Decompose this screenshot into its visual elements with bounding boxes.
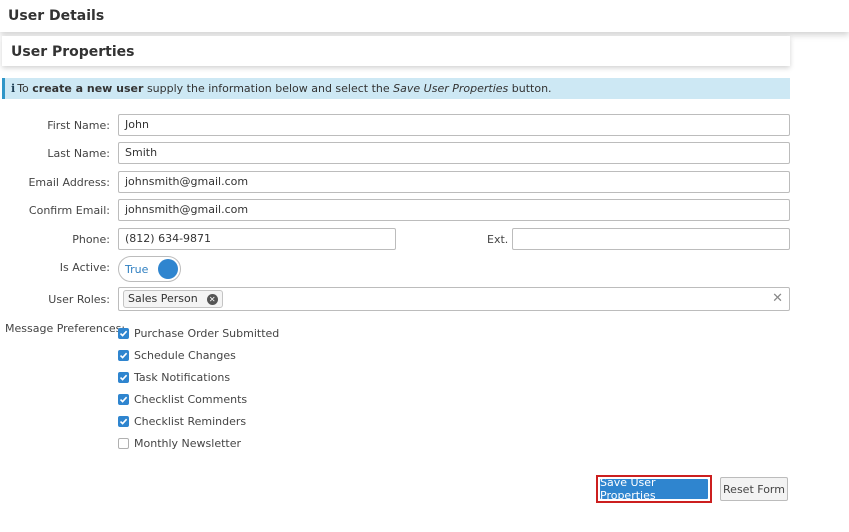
info-suffix: button. — [508, 82, 552, 95]
confirm-email-label: Confirm Email: — [28, 204, 110, 217]
info-italic: Save User Properties — [393, 82, 509, 95]
panel-header: User Properties — [2, 36, 790, 66]
pref-option-label: Monthly Newsletter — [134, 436, 242, 450]
is-active-toggle[interactable]: True — [118, 256, 181, 282]
info-icon: i — [11, 82, 16, 95]
phone-label: Phone: — [72, 233, 110, 246]
pref-option[interactable]: Purchase Order Submitted — [118, 325, 279, 341]
user-roles-select[interactable]: Sales Person ✕ ✕ — [118, 287, 790, 311]
pref-option-label: Purchase Order Submitted — [134, 326, 280, 340]
last-name-label: Last Name: — [47, 147, 110, 160]
email-field[interactable]: johnsmith@gmail.com — [118, 171, 790, 193]
pref-option-label: Task Notifications — [134, 370, 231, 384]
role-chip-label: Sales Person — [128, 292, 198, 305]
toggle-knob — [158, 259, 178, 279]
checkbox-checked-icon[interactable] — [118, 349, 129, 361]
panel-title: User Properties — [11, 44, 135, 60]
remove-chip-icon[interactable]: ✕ — [206, 293, 218, 305]
pref-option-label: Schedule Changes — [134, 348, 236, 362]
info-middle: supply the information below and select … — [143, 82, 394, 95]
checkbox-checked-icon[interactable] — [118, 393, 129, 405]
reset-form-button[interactable]: Reset Form — [720, 477, 788, 501]
is-active-label: Is Active: — [59, 261, 110, 274]
window-title: User Details — [8, 8, 105, 24]
ext-label: Ext. — [487, 233, 509, 246]
pref-option-label: Checklist Reminders — [134, 414, 247, 428]
info-prefix: To — [17, 82, 33, 95]
pref-option[interactable]: Task Notifications — [118, 369, 230, 385]
save-button-label: Save User Properties — [600, 476, 708, 502]
checkbox-checked-icon[interactable] — [118, 327, 129, 339]
confirm-email-field[interactable]: johnsmith@gmail.com — [118, 199, 790, 221]
pref-option[interactable]: Checklist Reminders — [118, 413, 246, 429]
pref-option-label: Checklist Comments — [134, 392, 248, 406]
pref-option[interactable]: Checklist Comments — [118, 391, 247, 407]
message-preferences-label: Message Preferences: — [5, 322, 126, 335]
pref-option[interactable]: Schedule Changes — [118, 347, 236, 363]
first-name-field[interactable]: John — [118, 114, 790, 136]
info-bold: create a new user — [32, 82, 144, 95]
checkbox-unchecked-icon[interactable] — [118, 437, 129, 449]
info-banner: i To create a new user supply the informa… — [2, 78, 790, 99]
pref-option[interactable]: Monthly Newsletter — [118, 435, 241, 451]
phone-field[interactable]: (812) 634-9871 — [118, 228, 396, 250]
checkbox-checked-icon[interactable] — [118, 371, 129, 383]
clear-roles-icon[interactable]: ✕ — [772, 291, 783, 306]
first-name-label: First Name: — [47, 119, 110, 132]
top-bar: User Details — [0, 0, 849, 32]
ext-field[interactable] — [512, 228, 790, 250]
checkbox-checked-icon[interactable] — [118, 415, 129, 427]
user-roles-label: User Roles: — [48, 293, 110, 306]
email-label: Email Address: — [28, 176, 110, 189]
role-chip: Sales Person ✕ — [123, 290, 223, 308]
save-user-properties-button[interactable]: Save User Properties — [596, 475, 712, 503]
toggle-state-label: True — [125, 263, 149, 276]
last-name-field[interactable]: Smith — [118, 142, 790, 164]
